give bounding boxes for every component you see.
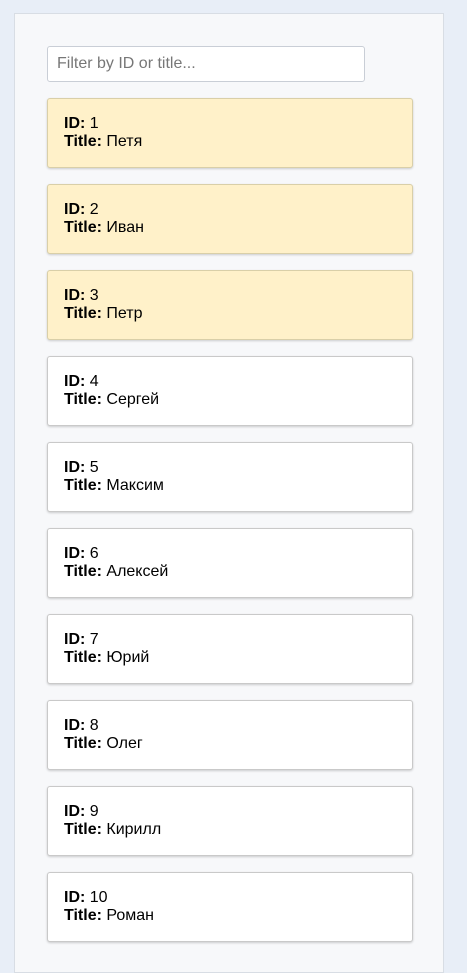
id-label: ID: bbox=[64, 373, 86, 390]
item-id-row: ID: 5 bbox=[64, 459, 396, 477]
list-item[interactable]: ID: 5 Title: Максим bbox=[47, 442, 413, 512]
item-title: Иван bbox=[106, 219, 144, 236]
item-title-row: Title: Юрий bbox=[64, 649, 396, 667]
filter-input[interactable] bbox=[47, 46, 365, 82]
id-label: ID: bbox=[64, 115, 86, 132]
item-id-row: ID: 10 bbox=[64, 889, 396, 907]
item-id-row: ID: 6 bbox=[64, 545, 396, 563]
item-id-row: ID: 4 bbox=[64, 373, 396, 391]
item-title: Олег bbox=[106, 735, 143, 752]
id-label: ID: bbox=[64, 287, 86, 304]
item-title-row: Title: Максим bbox=[64, 477, 396, 495]
item-title-row: Title: Кирилл bbox=[64, 821, 396, 839]
item-list: ID: 1 Title: Петя ID: 2 Title: Иван ID: … bbox=[47, 98, 413, 958]
item-title: Петя bbox=[106, 133, 143, 150]
list-item[interactable]: ID: 2 Title: Иван bbox=[47, 184, 413, 254]
list-item[interactable]: ID: 3 Title: Петр bbox=[47, 270, 413, 340]
item-title-row: Title: Петр bbox=[64, 305, 396, 323]
id-label: ID: bbox=[64, 889, 86, 906]
item-title: Максим bbox=[106, 477, 164, 494]
item-id: 1 bbox=[89, 115, 99, 132]
item-id: 4 bbox=[89, 373, 99, 390]
item-id: 7 bbox=[89, 631, 99, 648]
item-id-row: ID: 9 bbox=[64, 803, 396, 821]
item-title: Сергей bbox=[106, 391, 160, 408]
item-title-row: Title: Сергей bbox=[64, 391, 396, 409]
item-id: 2 bbox=[89, 201, 99, 218]
id-label: ID: bbox=[64, 717, 86, 734]
title-label: Title: bbox=[64, 133, 102, 150]
id-label: ID: bbox=[64, 459, 86, 476]
list-item[interactable]: ID: 10 Title: Роман bbox=[47, 872, 413, 942]
item-title-row: Title: Роман bbox=[64, 907, 396, 925]
item-title-row: Title: Петя bbox=[64, 133, 396, 151]
item-id-row: ID: 3 bbox=[64, 287, 396, 305]
item-id-row: ID: 2 bbox=[64, 201, 396, 219]
item-id-row: ID: 7 bbox=[64, 631, 396, 649]
id-label: ID: bbox=[64, 201, 86, 218]
item-title: Кирилл bbox=[106, 821, 162, 838]
item-id: 5 bbox=[89, 459, 99, 476]
list-panel: ID: 1 Title: Петя ID: 2 Title: Иван ID: … bbox=[14, 13, 444, 973]
item-id: 10 bbox=[89, 889, 108, 906]
item-id: 8 bbox=[89, 717, 99, 734]
id-label: ID: bbox=[64, 631, 86, 648]
title-label: Title: bbox=[64, 735, 102, 752]
title-label: Title: bbox=[64, 219, 102, 236]
item-title-row: Title: Иван bbox=[64, 219, 396, 237]
list-item[interactable]: ID: 4 Title: Сергей bbox=[47, 356, 413, 426]
title-label: Title: bbox=[64, 907, 102, 924]
list-item[interactable]: ID: 7 Title: Юрий bbox=[47, 614, 413, 684]
list-item[interactable]: ID: 1 Title: Петя bbox=[47, 98, 413, 168]
item-title: Юрий bbox=[106, 649, 150, 666]
item-id: 3 bbox=[89, 287, 99, 304]
title-label: Title: bbox=[64, 649, 102, 666]
title-label: Title: bbox=[64, 391, 102, 408]
item-title-row: Title: Алексей bbox=[64, 563, 396, 581]
list-item[interactable]: ID: 8 Title: Олег bbox=[47, 700, 413, 770]
item-title: Петр bbox=[106, 305, 143, 322]
item-id-row: ID: 1 bbox=[64, 115, 396, 133]
item-title: Алексей bbox=[106, 563, 169, 580]
item-id: 6 bbox=[89, 545, 99, 562]
title-label: Title: bbox=[64, 477, 102, 494]
item-title: Роман bbox=[106, 907, 154, 924]
title-label: Title: bbox=[64, 563, 102, 580]
item-title-row: Title: Олег bbox=[64, 735, 396, 753]
list-item[interactable]: ID: 9 Title: Кирилл bbox=[47, 786, 413, 856]
title-label: Title: bbox=[64, 305, 102, 322]
item-id-row: ID: 8 bbox=[64, 717, 396, 735]
title-label: Title: bbox=[64, 821, 102, 838]
item-id: 9 bbox=[89, 803, 99, 820]
id-label: ID: bbox=[64, 803, 86, 820]
id-label: ID: bbox=[64, 545, 86, 562]
list-item[interactable]: ID: 6 Title: Алексей bbox=[47, 528, 413, 598]
